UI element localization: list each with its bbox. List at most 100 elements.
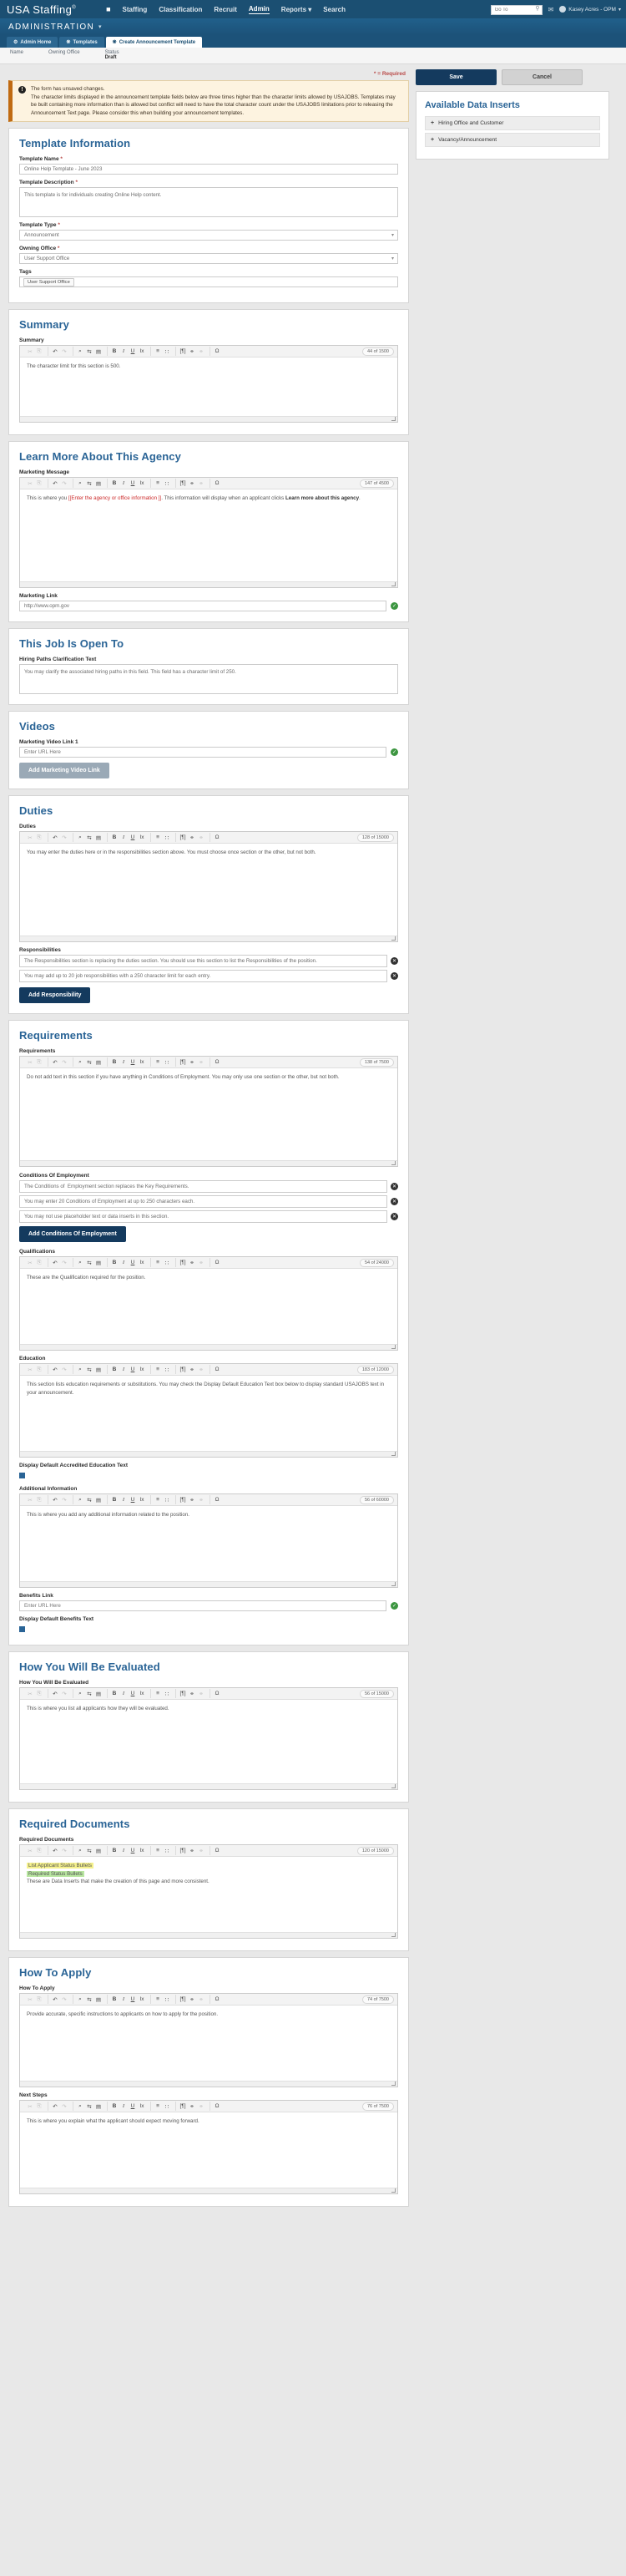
tags-input[interactable]: User Support Office xyxy=(19,276,398,288)
condition-input[interactable] xyxy=(19,1180,387,1194)
numbered-list-icon[interactable]: ≡ xyxy=(154,2102,162,2111)
bold-icon[interactable]: B xyxy=(110,1995,119,2004)
copy-icon[interactable]: ⎘ xyxy=(35,2102,43,2111)
template-description-textarea[interactable] xyxy=(19,187,398,218)
link-icon[interactable]: ⚭ xyxy=(188,833,196,842)
find-icon[interactable]: ⌕ xyxy=(76,1995,84,2004)
redo-icon[interactable]: ↷ xyxy=(60,347,68,356)
resize-handle[interactable] xyxy=(20,2188,397,2194)
how-to-apply-body[interactable]: Provide accurate, specific instructions … xyxy=(20,2006,397,2082)
cut-icon[interactable]: ✂ xyxy=(26,347,34,356)
undo-icon[interactable]: ↶ xyxy=(51,1365,59,1374)
bulleted-list-icon[interactable]: ∷ xyxy=(163,1995,171,2004)
italic-icon[interactable]: I xyxy=(119,1689,128,1698)
italic-icon[interactable]: I xyxy=(119,479,128,488)
underline-icon[interactable]: U xyxy=(129,347,137,356)
undo-icon[interactable]: ↶ xyxy=(51,1495,59,1504)
special-char-icon[interactable]: Ω xyxy=(213,1995,221,2004)
italic-icon[interactable]: I xyxy=(119,833,128,842)
replace-icon[interactable]: ⇆ xyxy=(85,479,93,488)
unlink-icon[interactable]: ⚭ xyxy=(197,1258,205,1267)
numbered-list-icon[interactable]: ≡ xyxy=(154,1846,162,1855)
bold-icon[interactable]: B xyxy=(110,347,119,356)
remove-format-icon[interactable]: Ix xyxy=(138,1057,146,1067)
underline-icon[interactable]: U xyxy=(129,1258,137,1267)
marketing-link-input[interactable] xyxy=(19,601,386,612)
resize-handle[interactable] xyxy=(20,1932,397,1939)
special-char-icon[interactable]: Ω xyxy=(213,1057,221,1067)
unlink-icon[interactable]: ⚭ xyxy=(197,1495,205,1504)
underline-icon[interactable]: U xyxy=(129,1057,137,1067)
redo-icon[interactable]: ↷ xyxy=(60,1689,68,1698)
select-all-icon[interactable]: ▤ xyxy=(94,1846,103,1855)
special-char-icon[interactable]: Ω xyxy=(213,479,221,488)
numbered-list-icon[interactable]: ≡ xyxy=(154,1057,162,1067)
numbered-list-icon[interactable]: ≡ xyxy=(154,479,162,488)
numbered-list-icon[interactable]: ≡ xyxy=(154,1258,162,1267)
italic-icon[interactable]: I xyxy=(119,1365,128,1374)
resize-handle[interactable] xyxy=(20,2081,397,2087)
cut-icon[interactable]: ✂ xyxy=(26,1689,34,1698)
select-all-icon[interactable]: ▤ xyxy=(94,2102,103,2111)
goto-input[interactable] xyxy=(490,5,543,15)
special-char-icon[interactable]: Ω xyxy=(213,1258,221,1267)
user-menu[interactable]: Kasey Acres - OPM ▾ xyxy=(559,6,621,13)
bulleted-list-icon[interactable]: ∷ xyxy=(163,1258,171,1267)
replace-icon[interactable]: ⇆ xyxy=(85,833,93,842)
home-icon[interactable]: ■ xyxy=(106,5,110,13)
undo-icon[interactable]: ↶ xyxy=(51,1258,59,1267)
undo-icon[interactable]: ↶ xyxy=(51,833,59,842)
nav-staffing[interactable]: Staffing xyxy=(123,6,148,13)
redo-icon[interactable]: ↷ xyxy=(60,2102,68,2111)
bulleted-list-icon[interactable]: ∷ xyxy=(163,479,171,488)
cut-icon[interactable]: ✂ xyxy=(26,1995,34,2004)
search-icon[interactable]: ⚲ xyxy=(535,5,539,12)
marketing-video-link-input[interactable] xyxy=(19,747,386,758)
redo-icon[interactable]: ↷ xyxy=(60,1057,68,1067)
condition-input[interactable] xyxy=(19,1210,387,1224)
undo-icon[interactable]: ↶ xyxy=(51,347,59,356)
bulleted-list-icon[interactable]: ∷ xyxy=(163,1846,171,1855)
unlink-icon[interactable]: ⚭ xyxy=(197,1995,205,2004)
select-all-icon[interactable]: ▤ xyxy=(94,479,103,488)
redo-icon[interactable]: ↷ xyxy=(60,1846,68,1855)
replace-icon[interactable]: ⇆ xyxy=(85,347,93,356)
replace-icon[interactable]: ⇆ xyxy=(85,1495,93,1504)
data-insert-icon[interactable]: [¶] xyxy=(179,833,187,842)
unlink-icon[interactable]: ⚭ xyxy=(197,347,205,356)
special-char-icon[interactable]: Ω xyxy=(213,1846,221,1855)
link-icon[interactable]: ⚭ xyxy=(188,2102,196,2111)
tab-admin-home[interactable]: ⚙ Admin Home xyxy=(7,37,58,48)
special-char-icon[interactable]: Ω xyxy=(213,1365,221,1374)
copy-icon[interactable]: ⎘ xyxy=(35,1846,43,1855)
select-all-icon[interactable]: ▤ xyxy=(94,1495,103,1504)
select-all-icon[interactable]: ▤ xyxy=(94,1258,103,1267)
remove-format-icon[interactable]: Ix xyxy=(138,1846,146,1855)
find-icon[interactable]: ⌕ xyxy=(76,1495,84,1504)
copy-icon[interactable]: ⎘ xyxy=(35,1365,43,1374)
find-icon[interactable]: ⌕ xyxy=(76,479,84,488)
select-all-icon[interactable]: ▤ xyxy=(94,1995,103,2004)
remove-format-icon[interactable]: Ix xyxy=(138,1365,146,1374)
remove-format-icon[interactable]: Ix xyxy=(138,479,146,488)
redo-icon[interactable]: ↷ xyxy=(60,1995,68,2004)
find-icon[interactable]: ⌕ xyxy=(76,833,84,842)
bold-icon[interactable]: B xyxy=(110,1258,119,1267)
unlink-icon[interactable]: ⚭ xyxy=(197,833,205,842)
find-icon[interactable]: ⌕ xyxy=(76,1057,84,1067)
underline-icon[interactable]: U xyxy=(129,1995,137,2004)
special-char-icon[interactable]: Ω xyxy=(213,1495,221,1504)
nav-search[interactable]: Search xyxy=(323,6,346,13)
nav-admin[interactable]: Admin xyxy=(248,5,270,14)
bulleted-list-icon[interactable]: ∷ xyxy=(163,833,171,842)
undo-icon[interactable]: ↶ xyxy=(51,1689,59,1698)
display-default-benefits-checkbox[interactable] xyxy=(19,1626,25,1633)
select-all-icon[interactable]: ▤ xyxy=(94,1365,103,1374)
numbered-list-icon[interactable]: ≡ xyxy=(154,833,162,842)
data-insert-icon[interactable]: [¶] xyxy=(179,1846,187,1855)
next-steps-body[interactable]: This is where you explain what the appli… xyxy=(20,2112,397,2188)
add-responsibility-button[interactable]: Add Responsibility xyxy=(19,987,91,1004)
copy-icon[interactable]: ⎘ xyxy=(35,347,43,356)
cut-icon[interactable]: ✂ xyxy=(26,1057,34,1067)
bold-icon[interactable]: B xyxy=(110,1846,119,1855)
